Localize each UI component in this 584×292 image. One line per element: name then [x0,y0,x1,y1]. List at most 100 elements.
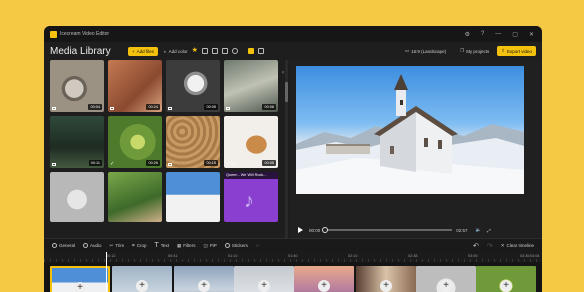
play-icon[interactable] [298,227,303,233]
timeline-clip[interactable]: + [416,266,476,292]
collapse-panel-icon[interactable]: ‹ [282,70,284,76]
library-scrollbar[interactable] [285,60,288,238]
media-thumb[interactable]: 00:24 [108,60,162,112]
duration-badge: 00:26 [146,160,160,166]
media-thumb[interactable] [108,172,162,222]
grid-view-icon[interactable] [247,48,254,54]
scissors-icon: ✂ [109,242,114,248]
video-camera-icon [110,107,114,110]
audio-filter-icon[interactable] [221,48,228,54]
search-icon[interactable] [231,48,238,54]
tool-filters[interactable]: ▦ Filters [177,243,196,249]
timeline-playhead[interactable] [106,252,107,292]
tool-general[interactable]: General [52,243,75,248]
pip-icon: ◲ [203,242,208,248]
timeline-clip[interactable]: + [356,266,416,292]
add-transition-icon[interactable]: + [136,280,148,292]
aspect-ratio-button[interactable]: ▭ 16:9 (Landscape) [405,48,446,54]
player-controls: 00:00 02:57 🔈 ⤢ [290,224,542,236]
close-button[interactable]: ✕ [529,31,534,38]
media-thumb[interactable]: 00:04 [50,60,104,112]
split-icon[interactable]: ✂ [256,243,260,249]
add-transition-icon[interactable]: + [198,280,210,292]
add-transition-icon[interactable]: + [318,280,330,292]
export-video-label: Export video [506,48,532,54]
tick-label: 02:10 [348,254,358,258]
media-thumb[interactable]: ✓▭ 00:05 [224,116,278,168]
scrollbar-thumb[interactable] [285,82,288,102]
fullscreen-icon[interactable]: ⤢ [487,228,491,233]
help-icon[interactable]: ? [481,31,484,38]
playlist-thumb[interactable]: Queen - We Will Rock... ♪ [224,172,278,222]
tick-label: 03:36 [520,254,530,258]
volume-icon[interactable]: 🔈 [476,227,482,233]
aspect-ratio-label: 16:9 (Landscape) [411,48,447,54]
tool-crop[interactable]: ⌗ Crop [132,243,146,248]
add-transition-icon[interactable]: + [440,280,452,292]
undo-icon[interactable]: ↶ [473,242,479,250]
media-thumb[interactable]: 00:15 [166,116,220,168]
tool-audio[interactable]: Audio [83,243,102,248]
add-color-button[interactable]: ◐ Add color [164,49,188,54]
clear-timeline-button[interactable]: ✕ Clear timeline [501,243,534,249]
redo-icon[interactable]: ↷ [487,242,493,250]
media-thumb[interactable]: ✓ 00:26 [108,116,162,168]
preview-frame[interactable] [296,66,524,194]
add-files-button[interactable]: + Add files [128,46,158,56]
filters-icon: ▦ [177,242,182,248]
maximize-button[interactable]: ▢ [512,31,518,38]
duration-badge: 00:24 [146,104,160,110]
timeline-clip[interactable]: + [174,266,234,292]
tick-label: 00:12 [106,254,116,258]
tick-label: 00:41 [168,254,178,258]
edit-toolbar: General Audio ✂ Trim ⌗ Crop T Text ▦ Filters… [44,238,542,252]
media-thumb[interactable]: 00:06 [224,60,278,112]
duration-badge: 00:11 [88,160,102,166]
image-filter-icon[interactable] [211,48,218,54]
timeline-clip[interactable]: + [294,266,354,292]
video-camera-icon [226,107,230,110]
media-thumb[interactable] [166,172,220,222]
current-time: 00:00 [309,227,321,233]
add-transition-icon[interactable]: + [500,280,512,292]
tool-stickers[interactable]: Stickers [224,243,248,248]
media-thumb[interactable] [50,172,104,222]
seek-bar[interactable] [322,227,453,233]
video-filter-icon[interactable] [201,48,208,54]
palette-icon: ◐ [163,48,167,54]
list-view-icon[interactable] [257,48,264,54]
minimize-button[interactable]: — [495,31,501,38]
settings-icon[interactable]: ⚙ [465,31,470,38]
media-thumb[interactable]: 00:05 [166,60,220,112]
app-window: Icecream Video Editor ⚙ ? — ▢ ✕ Media Li… [44,26,542,292]
timeline-clip-selected[interactable]: + [50,266,110,292]
monitor-icon: ▭ [404,48,410,53]
my-projects-label: My projects [466,48,490,54]
tick-label: 04:04 [530,254,540,258]
star-filter-icon[interactable]: ★ [192,47,198,54]
add-transition-icon[interactable]: + [74,282,86,292]
toolbar-right: ▭ 16:9 (Landscape) ❐ My projects ⇪ Expor… [399,42,536,60]
tool-filters-label: Filters [183,243,196,248]
media-thumb[interactable]: 00:11 [50,116,104,168]
video-camera-icon [168,107,172,110]
export-video-button[interactable]: ⇪ Export video [497,46,536,56]
video-camera-icon [168,163,172,166]
export-icon: ⇪ [501,48,505,53]
tool-text[interactable]: T Text [154,242,169,249]
my-projects-button[interactable]: ❐ My projects [460,48,489,54]
timeline-clip[interactable]: + [476,266,536,292]
tool-pip[interactable]: ◲ PiP [204,243,217,249]
tool-general-label: General [59,243,76,248]
timeline-clip[interactable]: + [112,266,172,292]
timeline-ruler[interactable]: 00:12 00:41 01:10 01:40 02:10 02:38 03:0… [44,252,542,262]
timeline-clip[interactable]: + [234,266,294,292]
seek-knob[interactable] [322,227,329,233]
add-transition-icon[interactable]: + [380,280,392,292]
add-transition-icon[interactable]: + [258,280,270,292]
duration-badge: 00:05 [262,160,276,166]
tool-crop-label: Crop [136,243,147,248]
tool-trim[interactable]: ✂ Trim [110,243,125,249]
video-camera-icon [52,163,56,166]
plus-icon: + [132,48,135,54]
